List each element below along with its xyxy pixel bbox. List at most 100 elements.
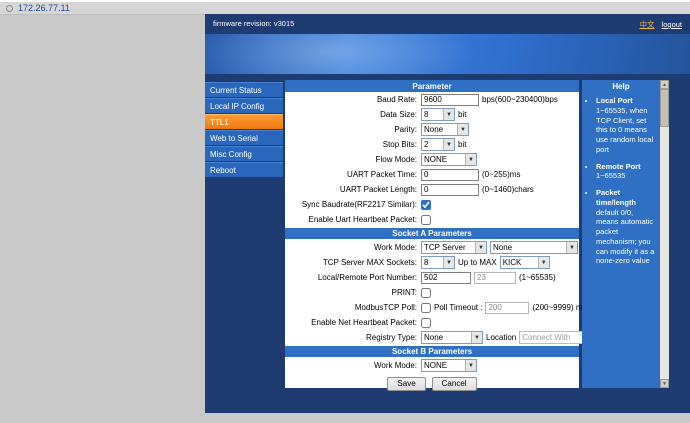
logout-link[interactable]: logout xyxy=(662,20,682,29)
stop-bits-row: Stop Bits: 2 ▼ bit xyxy=(285,137,579,152)
poll-timeout-label: Poll Timeout : xyxy=(434,303,482,312)
stop-bits-value: 2 xyxy=(422,140,428,149)
uart-heartbeat-checkbox[interactable] xyxy=(421,215,431,225)
chevron-down-icon: ▼ xyxy=(457,124,468,135)
registry-type-select[interactable]: None ▼ xyxy=(421,331,483,344)
print-label: PRINT: xyxy=(285,288,421,297)
location-label: Location xyxy=(486,333,516,342)
status-circle-icon xyxy=(6,5,13,12)
max-sockets-row: TCP Server MAX Sockets: 8 ▼ Up to MAX KI… xyxy=(285,255,579,270)
content-area: Current Status Local IP Config TTL1 Web … xyxy=(205,80,690,388)
print-checkbox[interactable] xyxy=(421,288,431,298)
stop-bits-hint: bit xyxy=(458,140,466,149)
socket-b-work-mode-label: Work Mode: xyxy=(285,361,421,370)
baud-rate-label: Baud Rate: xyxy=(285,95,421,104)
net-heartbeat-checkbox[interactable] xyxy=(421,318,431,328)
chevron-down-icon: ▼ xyxy=(465,154,476,165)
sync-baudrate-row: Sync Baudrate(RF2217 Similar): xyxy=(285,197,579,212)
poll-timeout-hint: (200~9999) ms xyxy=(532,303,586,312)
help-item-heading: Remote Port xyxy=(596,162,657,172)
poll-timeout-input[interactable] xyxy=(485,302,529,314)
parity-row: Parity: None ▼ xyxy=(285,122,579,137)
local-port-input[interactable] xyxy=(421,272,471,284)
uart-heartbeat-row: Enable Uart Heartbeat Packet: xyxy=(285,212,579,227)
uart-packet-time-input[interactable] xyxy=(421,169,479,181)
uart-heartbeat-label: Enable Uart Heartbeat Packet: xyxy=(285,215,421,224)
firmware-revision-label: firmware revision: v3015 xyxy=(213,19,294,28)
sidebar-item-current-status[interactable]: Current Status xyxy=(205,82,283,97)
sync-baudrate-checkbox[interactable] xyxy=(421,200,431,210)
help-panel: Help Local Port 1~65535, when TCP Client… xyxy=(582,80,660,388)
registry-type-label: Registry Type: xyxy=(285,333,421,342)
work-mode-sub-select[interactable]: None ▼ xyxy=(490,241,578,254)
data-size-select[interactable]: 8 ▼ xyxy=(421,108,455,121)
device-web-page: firmware revision: v3015 中文 logout Curre… xyxy=(205,14,690,413)
uart-packet-length-row: UART Packet Length: (0~1460)chars xyxy=(285,182,579,197)
sidebar-item-local-ip-config[interactable]: Local IP Config xyxy=(205,98,283,113)
port-number-hint: (1~65535) xyxy=(519,273,556,282)
help-item-text: 1~65535 xyxy=(596,171,625,180)
work-mode-sub-value: None xyxy=(491,243,512,252)
flow-mode-label: Flow Mode: xyxy=(285,155,421,164)
port-number-row: Local/Remote Port Number: (1~65535) xyxy=(285,270,579,285)
chevron-down-icon: ▼ xyxy=(475,242,486,253)
save-button[interactable]: Save xyxy=(387,377,425,391)
parameter-form: Parameter Baud Rate: bps(600~230400)bps … xyxy=(285,80,579,388)
form-actions: Save Cancel xyxy=(285,377,579,391)
cancel-button[interactable]: Cancel xyxy=(432,377,477,391)
sidebar-item-ttl1[interactable]: TTL1 xyxy=(205,114,283,129)
socket-b-work-mode-select[interactable]: NONE ▼ xyxy=(421,359,477,372)
kick-value: KICK xyxy=(501,258,522,267)
uart-packet-time-row: UART Packet Time: (0~255)ms xyxy=(285,167,579,182)
chevron-down-icon: ▼ xyxy=(443,257,454,268)
scroll-down-icon[interactable]: ▼ xyxy=(660,379,669,388)
uart-packet-length-label: UART Packet Length: xyxy=(285,185,421,194)
help-item-heading: Local Port xyxy=(596,96,657,106)
work-mode-value: TCP Server xyxy=(422,243,466,252)
socket-a-work-mode-row: Work Mode: TCP Server ▼ None ▼ xyxy=(285,240,579,255)
uart-packet-length-input[interactable] xyxy=(421,184,479,196)
baud-rate-input[interactable] xyxy=(421,94,479,106)
sidebar-item-misc-config[interactable]: Misc Config xyxy=(205,146,283,161)
chevron-down-icon: ▼ xyxy=(566,242,577,253)
device-header: firmware revision: v3015 中文 logout xyxy=(205,14,690,34)
sidebar-item-web-to-serial[interactable]: Web to Serial xyxy=(205,130,283,145)
help-item-remote-port: Remote Port 1~65535 xyxy=(596,162,657,182)
stop-bits-select[interactable]: 2 ▼ xyxy=(421,138,455,151)
data-size-label: Data Size: xyxy=(285,110,421,119)
uart-packet-time-label: UART Packet Time: xyxy=(285,170,421,179)
topic-link[interactable]: 172.26.77.11 xyxy=(18,2,70,14)
help-item-text: 1~65535, when TCP Client, set this to 0 … xyxy=(596,106,653,154)
remote-port-input[interactable] xyxy=(474,272,516,284)
parity-select[interactable]: None ▼ xyxy=(421,123,469,136)
help-body: Local Port 1~65535, when TCP Client, set… xyxy=(582,92,660,388)
scrollbar[interactable]: ▲ ▼ xyxy=(660,80,669,388)
connect-with-value: Connect With xyxy=(520,333,570,342)
max-sockets-select[interactable]: 8 ▼ xyxy=(421,256,455,269)
language-link[interactable]: 中文 xyxy=(639,20,654,29)
net-heartbeat-label: Enable Net Heartbeat Packet: xyxy=(285,318,421,327)
help-item-heading: Packet time/length xyxy=(596,188,657,208)
modbus-poll-checkbox[interactable] xyxy=(421,303,431,313)
scrollbar-thumb[interactable] xyxy=(660,89,669,127)
uart-packet-length-hint: (0~1460)chars xyxy=(482,185,534,194)
socket-a-section-bar: Socket A Parameters xyxy=(285,228,579,239)
chevron-down-icon: ▼ xyxy=(443,109,454,120)
sidebar-item-reboot[interactable]: Reboot xyxy=(205,162,283,177)
data-size-row: Data Size: 8 ▼ bit xyxy=(285,107,579,122)
parity-label: Parity: xyxy=(285,125,421,134)
help-item-local-port: Local Port 1~65535, when TCP Client, set… xyxy=(596,96,657,155)
scroll-up-icon[interactable]: ▲ xyxy=(660,80,669,89)
chevron-down-icon: ▼ xyxy=(471,332,482,343)
socket-b-work-mode-value: NONE xyxy=(422,361,447,370)
work-mode-select[interactable]: TCP Server ▼ xyxy=(421,241,487,254)
flow-mode-select[interactable]: NONE ▼ xyxy=(421,153,477,166)
flow-mode-value: NONE xyxy=(422,155,447,164)
data-size-hint: bit xyxy=(458,110,466,119)
modbus-poll-label: ModbusTCP Poll: xyxy=(285,303,421,312)
work-mode-label: Work Mode: xyxy=(285,243,421,252)
form-title-bar: Parameter xyxy=(285,80,579,92)
socket-b-work-mode-row: Work Mode: NONE ▼ xyxy=(285,358,579,373)
print-row: PRINT: xyxy=(285,285,579,300)
kick-select[interactable]: KICK ▼ xyxy=(500,256,550,269)
